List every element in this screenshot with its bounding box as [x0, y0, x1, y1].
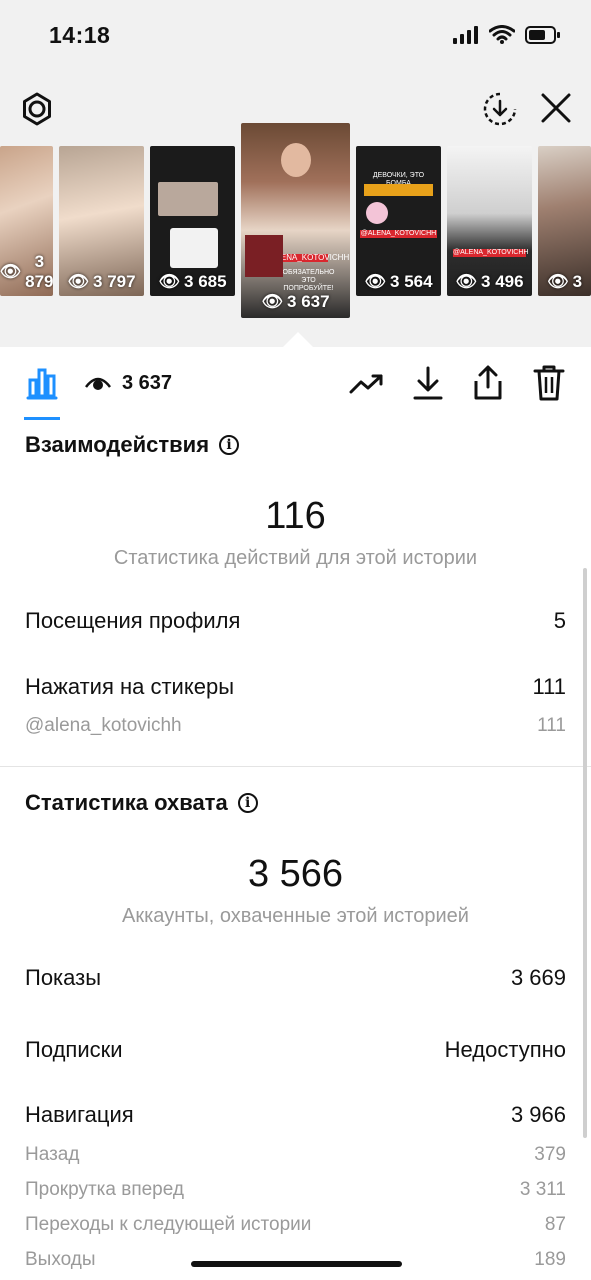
reach-caption: Аккаунты, охваченные этой историей: [122, 905, 469, 927]
story-thumbnail[interactable]: 👁 3 685: [150, 146, 235, 296]
selected-story-pointer: [283, 332, 313, 347]
battery-icon: [525, 25, 560, 44]
interactions-caption: Статистика действий для этой истории: [113, 547, 478, 569]
story-thumbnail[interactable]: 👁 3 797: [59, 146, 144, 296]
profile-visits-row: Посещения профиля 5: [25, 608, 566, 633]
status-icons: [453, 25, 561, 44]
eye-icon: 👁: [67, 272, 90, 291]
eye-icon: [84, 371, 112, 395]
story-thumbnail[interactable]: @ALENA_KOTOVICHH 👁 3 496: [447, 146, 532, 296]
status-time: 14:18: [49, 22, 111, 48]
story-views: 👁 3 797: [67, 272, 136, 291]
eye-icon: 👁: [455, 272, 478, 291]
navigation-back-row: Назад 379: [25, 1144, 566, 1165]
info-icon[interactable]: i: [219, 435, 240, 455]
home-indicator[interactable]: [191, 1261, 402, 1267]
navigation-row: Навигация 3 966: [25, 1102, 566, 1127]
story-thumbnail[interactable]: ДЕВОЧКИ, ЭТО БОМБА @ALENA_KOTOVICHH 👁3 5…: [356, 146, 441, 296]
story-views: 👁 3 879: [0, 252, 53, 291]
story-tag: @ALENA_KOTOVICHH: [360, 230, 437, 238]
reach-total: 3 566: [247, 853, 344, 895]
download-icon[interactable]: [409, 363, 447, 403]
impressions-row: Показы 3 669: [25, 965, 566, 990]
reach-heading: Статистика охвата i: [25, 790, 258, 816]
story-thumbnail-selected[interactable]: @ALENA_KOTOVICHH ОБЯЗАТЕЛЬНО ЭТО ПОПРОБУ…: [241, 123, 350, 318]
eye-icon: 👁: [364, 272, 387, 291]
share-icon[interactable]: [469, 363, 507, 403]
story-views: 👁 3 564: [364, 272, 433, 291]
insights-bar-chart-icon[interactable]: [24, 365, 60, 401]
toolbar-views-count: 3 637: [122, 372, 173, 394]
delete-trash-icon[interactable]: [530, 363, 568, 403]
trending-icon[interactable]: [348, 367, 386, 401]
story-views: 👁 3: [546, 272, 583, 291]
interactions-total: 116: [265, 495, 326, 537]
close-icon[interactable]: [537, 89, 575, 127]
story-views: 👁 3 496: [455, 272, 524, 291]
navigation-forward-row: Прокрутка вперед 3 311: [25, 1179, 566, 1200]
story-thumbnails-strip: 👁 3 879 👁 3 797 👁 3 685 @ALENA_KOTOVICHH ОБ…: [0, 123, 591, 323]
story-header-area: 14:18 👁 3 879 👁 3 797 👁 3 685 @ALENA_KOT…: [0, 0, 591, 347]
eye-icon: 👁: [546, 272, 569, 291]
section-divider: [0, 766, 591, 767]
story-toolbar: 3 637: [0, 347, 591, 421]
story-thumbnail[interactable]: 👁 3: [538, 146, 591, 296]
story-views: 👁 3 685: [158, 272, 227, 291]
story-thumbnail[interactable]: 👁 3 879: [0, 146, 53, 296]
eye-icon: 👁: [0, 262, 22, 281]
eye-icon: 👁: [261, 292, 284, 311]
scrollbar[interactable]: [583, 568, 587, 1138]
story-tag: @ALENA_KOTOVICHH: [453, 249, 529, 257]
navigation-exits-row: Выходы 189: [25, 1249, 566, 1270]
eye-icon: 👁: [158, 272, 181, 291]
info-icon[interactable]: i: [237, 793, 258, 813]
sticker-handle-row[interactable]: @alena_kotovichh 111: [25, 715, 566, 737]
story-views: 👁 3 637: [261, 292, 330, 311]
follows-row: Подписки Недоступно: [25, 1037, 566, 1062]
signal-icon: [453, 25, 478, 44]
interactions-heading: Взаимодействия i: [25, 432, 240, 458]
sticker-taps-row: Нажатия на стикеры 111: [25, 674, 566, 699]
story-caption: ОБЯЗАТЕЛЬНО ЭТО ПОПРОБУЙТЕ!: [282, 269, 335, 292]
wifi-icon: [489, 25, 515, 44]
navigation-next-story-row: Переходы к следующей истории 87: [25, 1214, 566, 1235]
active-tab-indicator: [24, 417, 60, 420]
